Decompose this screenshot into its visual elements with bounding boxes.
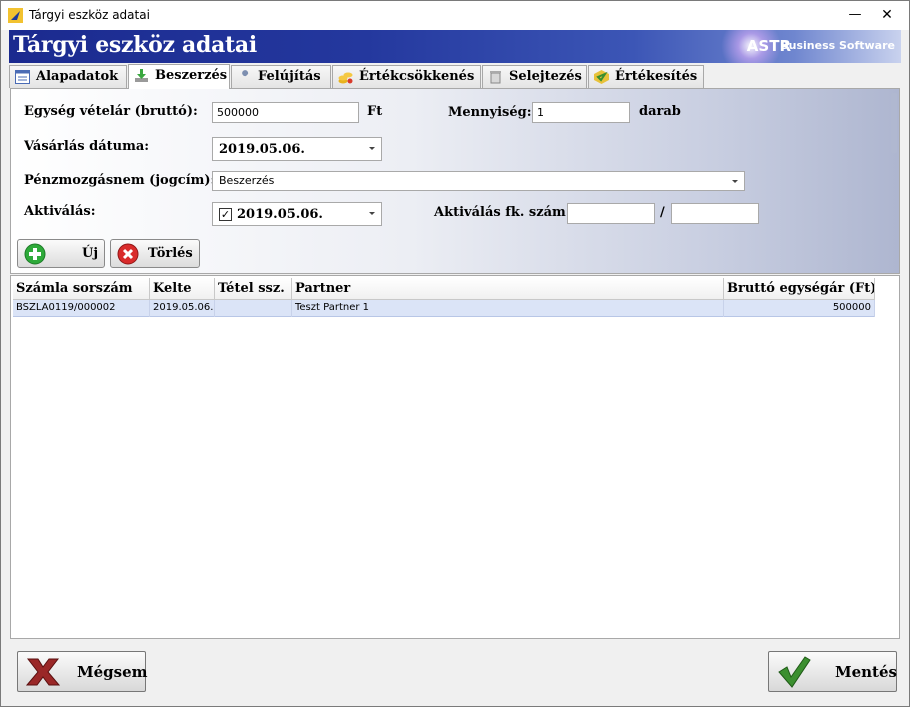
activation-checkbox[interactable]: ✓ [219, 208, 232, 221]
form-scrollbar[interactable] [891, 93, 897, 153]
tab-ertekesites[interactable]: Értékesítés [588, 65, 704, 88]
table-cell: Teszt Partner 1 [292, 300, 724, 317]
delete-button[interactable]: Törlés [110, 239, 200, 268]
payment-type-label: Pénzmozgásnem (jogcím): [24, 173, 216, 188]
tab-label: Értékcsökkenés [359, 69, 475, 84]
tab-label: Beszerzés [155, 68, 228, 83]
brand-subtitle: Business Software [780, 39, 895, 52]
save-button-label: Mentés [835, 663, 897, 681]
purchase-form: Egység vételár (bruttó): 500000 Ft Menny… [10, 88, 900, 274]
table-cell: BSZLA0119/000002 [13, 300, 150, 317]
activation-ledger-separator: / [660, 205, 665, 220]
tab-label: Értékesítés [615, 69, 698, 84]
purchase-date-value: 2019.05.06. [219, 142, 305, 157]
tab-ertekcsokkenes[interactable]: Értékcsökkenés [332, 65, 481, 88]
invoice-table: Számla sorszám Kelte Tétel ssz. Partner … [10, 275, 900, 639]
table-header: Számla sorszám Kelte Tétel ssz. Partner … [13, 278, 875, 300]
quantity-input[interactable]: 1 [532, 102, 630, 123]
quantity-label: Mennyiség: [448, 105, 532, 120]
delete-button-label: Törlés [148, 246, 193, 261]
activation-ledger-input-2[interactable] [671, 203, 759, 224]
new-button-label: Új [82, 246, 99, 261]
tab-label: Felújítás [258, 69, 321, 84]
payment-type-select[interactable]: Beszerzés [212, 171, 745, 191]
delete-icon [117, 243, 139, 265]
activation-date-picker[interactable]: ✓ 2019.05.06. [212, 202, 382, 226]
unit-price-label: Egység vételár (bruttó): [24, 104, 198, 119]
column-header[interactable]: Számla sorszám [13, 278, 150, 300]
title-bar: Tárgyi eszköz adatai — ✕ [1, 1, 909, 30]
footer-bar: Mégsem Mentés [9, 641, 901, 701]
tab-felujitas[interactable]: Felújítás [231, 65, 331, 88]
chevron-down-icon [369, 212, 375, 215]
column-header[interactable]: Kelte [150, 278, 215, 300]
download-icon [135, 69, 148, 82]
minimize-icon[interactable]: — [845, 5, 865, 25]
wrench-icon [239, 70, 249, 83]
header-banner: Tárgyi eszköz adatai ASTR Business Softw… [9, 30, 901, 63]
table-cell: 2019.05.06. [150, 300, 215, 317]
tab-label: Selejtezés [509, 69, 582, 84]
tab-alapadatok[interactable]: Alapadatok [9, 65, 127, 88]
column-header[interactable]: Bruttó egységár (Ft) [724, 278, 875, 300]
chevron-down-icon [369, 147, 375, 150]
trash-icon [490, 71, 501, 84]
tab-bar: Alapadatok Beszerzés Felújítás Értékcsök… [9, 64, 901, 89]
close-icon[interactable]: ✕ [877, 5, 897, 25]
activation-ledger-input-1[interactable] [567, 203, 655, 224]
activation-label: Aktiválás: [24, 204, 96, 219]
purchase-date-label: Vásárlás dátuma: [24, 139, 150, 154]
plus-icon [24, 243, 46, 265]
checkmark-icon [778, 656, 811, 688]
activation-ledger-label: Aktiválás fk. szám: [434, 205, 571, 220]
window-title: Tárgyi eszköz adatai [29, 8, 150, 22]
cancel-icon [25, 658, 61, 686]
unit-price-input[interactable]: 500000 [212, 102, 359, 123]
unit-price-unit: Ft [367, 104, 383, 119]
coins-icon [338, 72, 353, 84]
purchase-date-picker[interactable]: 2019.05.06. [212, 137, 382, 161]
app-icon [8, 8, 23, 23]
cancel-button-label: Mégsem [77, 663, 148, 681]
table-cell: 500000 [724, 300, 875, 317]
list-icon [15, 70, 30, 84]
save-button[interactable]: Mentés [768, 651, 897, 692]
chevron-down-icon [732, 180, 738, 183]
payment-type-value: Beszerzés [219, 174, 275, 187]
table-row[interactable]: BSZLA0119/000002 2019.05.06. Teszt Partn… [13, 300, 875, 317]
table-cell [215, 300, 292, 317]
cancel-button[interactable]: Mégsem [17, 651, 148, 692]
new-button[interactable]: Új [17, 239, 105, 268]
tab-label: Alapadatok [36, 69, 119, 84]
sell-icon [594, 70, 609, 84]
page-title: Tárgyi eszköz adatai [13, 32, 257, 58]
dialog-window: Tárgyi eszköz adatai — ✕ Tárgyi eszköz a… [0, 0, 910, 707]
tab-selejtezes[interactable]: Selejtezés [482, 65, 587, 88]
tab-beszerzes[interactable]: Beszerzés [128, 64, 230, 89]
quantity-unit: darab [639, 104, 681, 119]
column-header[interactable]: Tétel ssz. [215, 278, 292, 300]
activation-date-value: 2019.05.06. [237, 207, 323, 222]
column-header[interactable]: Partner [292, 278, 724, 300]
